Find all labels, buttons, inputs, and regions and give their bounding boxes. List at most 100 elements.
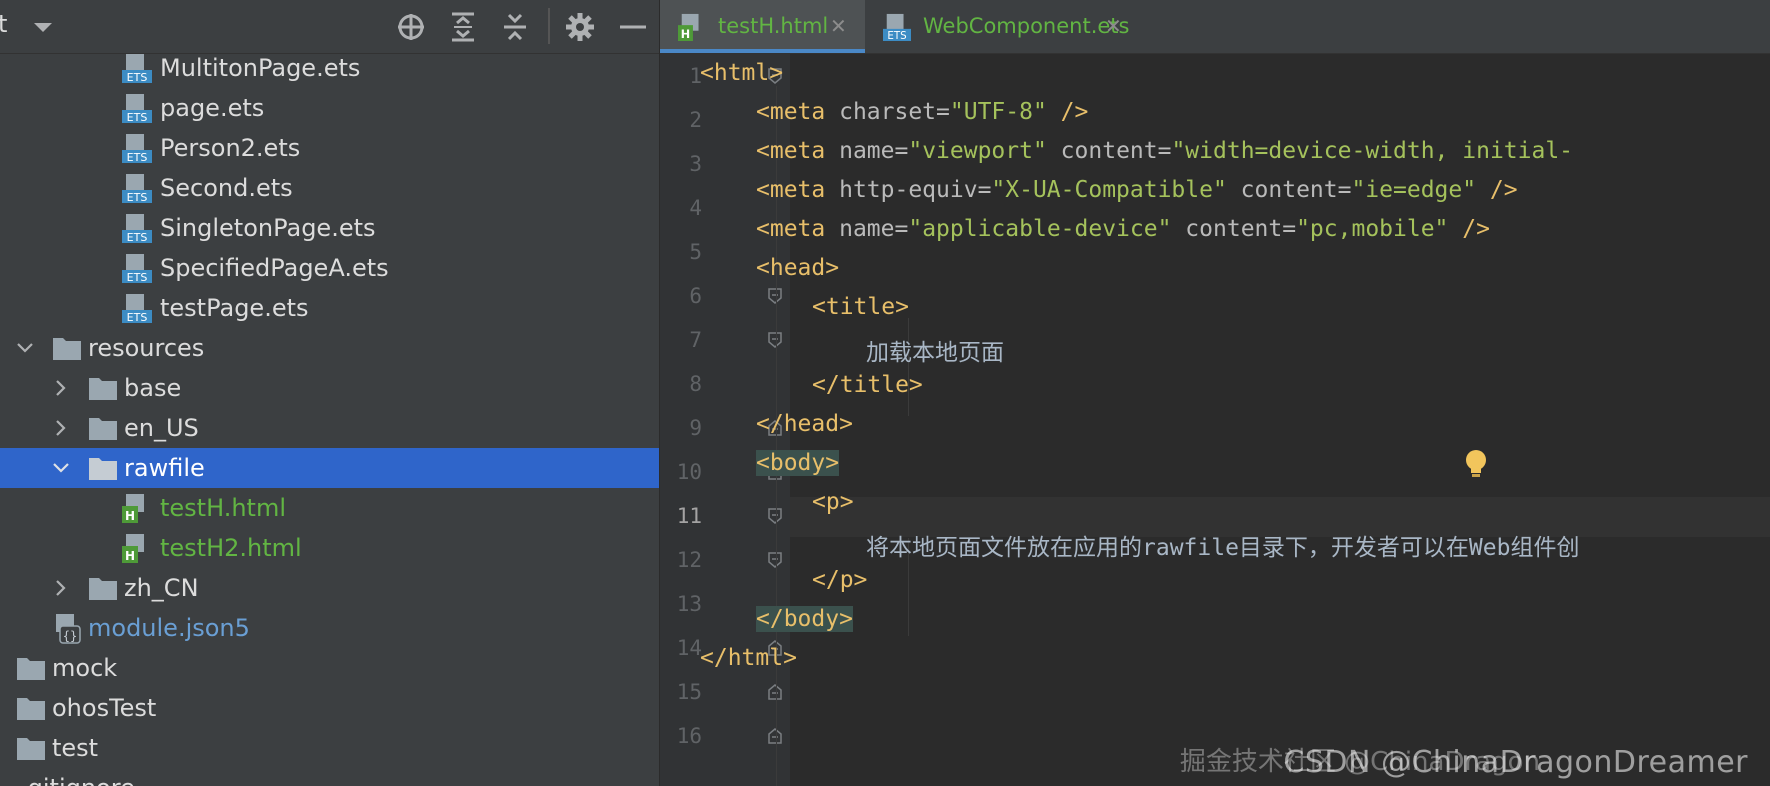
- svg-text:ETS: ETS: [887, 30, 906, 42]
- fold-end-icon[interactable]: [768, 684, 782, 700]
- svg-text:H: H: [125, 509, 135, 523]
- code-line-6[interactable]: <head>: [756, 255, 839, 281]
- tree-item-person2[interactable]: ETS Person2.ets: [0, 128, 660, 168]
- code-line-4[interactable]: <meta http-equiv="X-UA-Compatible" conte…: [756, 177, 1518, 203]
- chevron-down-icon[interactable]: [52, 459, 70, 477]
- code-token: name=: [825, 216, 909, 242]
- line-number: 13: [676, 592, 702, 616]
- tree-item-mock[interactable]: mock: [0, 648, 660, 688]
- folder-icon: [89, 458, 117, 480]
- fold-marker-icon[interactable]: [768, 332, 782, 348]
- code-token: <title>: [812, 294, 909, 320]
- svg-text:ETS: ETS: [127, 191, 148, 204]
- code-token: "X-UA-Compatible": [991, 177, 1227, 203]
- code-line-1[interactable]: <html>: [700, 60, 783, 86]
- tree-item-base[interactable]: base: [0, 368, 660, 408]
- code-token-highlighted: <body>: [756, 450, 840, 476]
- fold-marker-icon[interactable]: [768, 508, 782, 524]
- tree-item-rawfile[interactable]: rawfile: [0, 448, 660, 488]
- tree-item-en-us[interactable]: en_US: [0, 408, 660, 448]
- gear-icon[interactable]: [563, 10, 597, 44]
- code-line-14[interactable]: </p>: [812, 567, 867, 593]
- tree-item-module-json5[interactable]: {} module.json5: [0, 608, 660, 648]
- code-line-13[interactable]: 将本地页面文件放在应用的rawfile目录下，开发者可以在Web组件创: [866, 528, 1579, 562]
- close-icon[interactable]: ✕: [830, 0, 847, 53]
- tree-item-resources[interactable]: resources: [0, 328, 660, 368]
- code-line-12[interactable]: <p>: [812, 489, 854, 515]
- code-line-2[interactable]: <meta charset="UTF-8" />: [756, 99, 1088, 125]
- tree-item-specified-page-a[interactable]: ETS SpecifiedPageA.ets: [0, 248, 660, 288]
- project-panel: t ETS MultitonPage.ets ETS page.ets ETS …: [0, 0, 660, 786]
- tree-item-ohostest[interactable]: ohosTest: [0, 688, 660, 728]
- ets-file-icon: ETS: [122, 94, 152, 124]
- code-token: content=: [1171, 216, 1297, 242]
- tree-item-zh-cn[interactable]: zh_CN: [0, 568, 660, 608]
- tree-item-gitignore[interactable]: .gitignore: [0, 768, 660, 786]
- code-token: content=: [1046, 138, 1172, 164]
- line-number-current: 11: [676, 504, 702, 528]
- locate-icon[interactable]: [394, 10, 428, 44]
- tree-item-singleton-page[interactable]: ETS SingletonPage.ets: [0, 208, 660, 248]
- tree-item-label: mock: [52, 654, 118, 682]
- chevron-right-icon[interactable]: [52, 579, 70, 597]
- tree-item-multiton-page[interactable]: ETS MultitonPage.ets: [0, 48, 660, 88]
- tree-item-label: base: [124, 374, 182, 402]
- code-token: <meta: [756, 177, 826, 203]
- tree-item-second[interactable]: ETS Second.ets: [0, 168, 660, 208]
- tree-item-testh2-html[interactable]: H testH2.html: [0, 528, 660, 568]
- code-line-11[interactable]: <body>: [756, 450, 840, 476]
- code-token: </p>: [812, 567, 868, 593]
- tree-item-label: test: [52, 734, 99, 762]
- project-toolbar: t: [0, 0, 660, 54]
- svg-text:H: H: [681, 28, 690, 41]
- expand-all-icon[interactable]: [446, 10, 480, 44]
- tree-item-testh-html[interactable]: H testH.html: [0, 488, 660, 528]
- code-line-10[interactable]: </head>: [756, 411, 853, 437]
- tree-item-test[interactable]: test: [0, 728, 660, 768]
- dropdown-icon[interactable]: [26, 10, 60, 44]
- lightbulb-icon[interactable]: [1463, 448, 1489, 480]
- tree-item-label: ohosTest: [52, 694, 157, 722]
- code-line-15[interactable]: </body>: [756, 606, 853, 632]
- code-line-5[interactable]: <meta name="applicable-device" content="…: [756, 216, 1490, 242]
- line-number: 8: [689, 372, 702, 396]
- tab-webcomponent-ets[interactable]: ETS WebComponent.ets ✕: [865, 0, 1135, 53]
- code-token: name=: [825, 138, 909, 164]
- code-line-16[interactable]: </html>: [700, 645, 797, 671]
- tree-item-label: MultitonPage.ets: [160, 54, 361, 82]
- line-number: 2: [689, 108, 702, 132]
- tree-item-label: Person2.ets: [160, 134, 301, 162]
- chevron-down-icon[interactable]: [16, 339, 34, 357]
- tree-item-label: zh_CN: [124, 574, 199, 602]
- fold-end-icon[interactable]: [768, 728, 782, 744]
- folder-icon: [17, 698, 45, 720]
- tab-testh-html[interactable]: H testH.html ✕: [660, 0, 865, 53]
- code-line-9[interactable]: </title>: [812, 372, 923, 398]
- tree-item-page[interactable]: ETS page.ets: [0, 88, 660, 128]
- collapse-all-icon[interactable]: [498, 10, 532, 44]
- code-token: charset=: [825, 99, 950, 125]
- ets-file-icon: ETS: [122, 174, 152, 204]
- code-line-8[interactable]: 加载本地页面: [866, 333, 1004, 367]
- fold-marker-icon[interactable]: [768, 288, 782, 304]
- fold-marker-icon[interactable]: [768, 552, 782, 568]
- minimize-icon[interactable]: [616, 10, 650, 44]
- code-line-7[interactable]: <title>: [812, 294, 909, 320]
- chevron-right-icon[interactable]: [52, 379, 70, 397]
- code-line-3[interactable]: <meta name="viewport" content="width=dev…: [756, 138, 1573, 164]
- line-number: 3: [689, 152, 702, 176]
- code-token: 加载本地页面: [866, 340, 1004, 366]
- tree-item-test-page[interactable]: ETS testPage.ets: [0, 288, 660, 328]
- line-number: 6: [689, 284, 702, 308]
- tree-item-label: SingletonPage.ets: [160, 214, 376, 242]
- code-token: http-equiv=: [825, 177, 992, 203]
- line-number: 5: [689, 240, 702, 264]
- code-token: "width=device-width, initial-: [1171, 138, 1574, 164]
- chevron-right-icon[interactable]: [52, 419, 70, 437]
- ets-file-icon: ETS: [122, 134, 152, 164]
- tree-item-label: Second.ets: [160, 174, 293, 202]
- panel-title: t: [0, 10, 8, 38]
- tree-item-label: en_US: [124, 414, 199, 442]
- code-editor: H testH.html ✕ ETS WebComponent.ets ✕ 1 …: [660, 0, 1770, 786]
- close-icon[interactable]: ✕: [1105, 0, 1122, 53]
